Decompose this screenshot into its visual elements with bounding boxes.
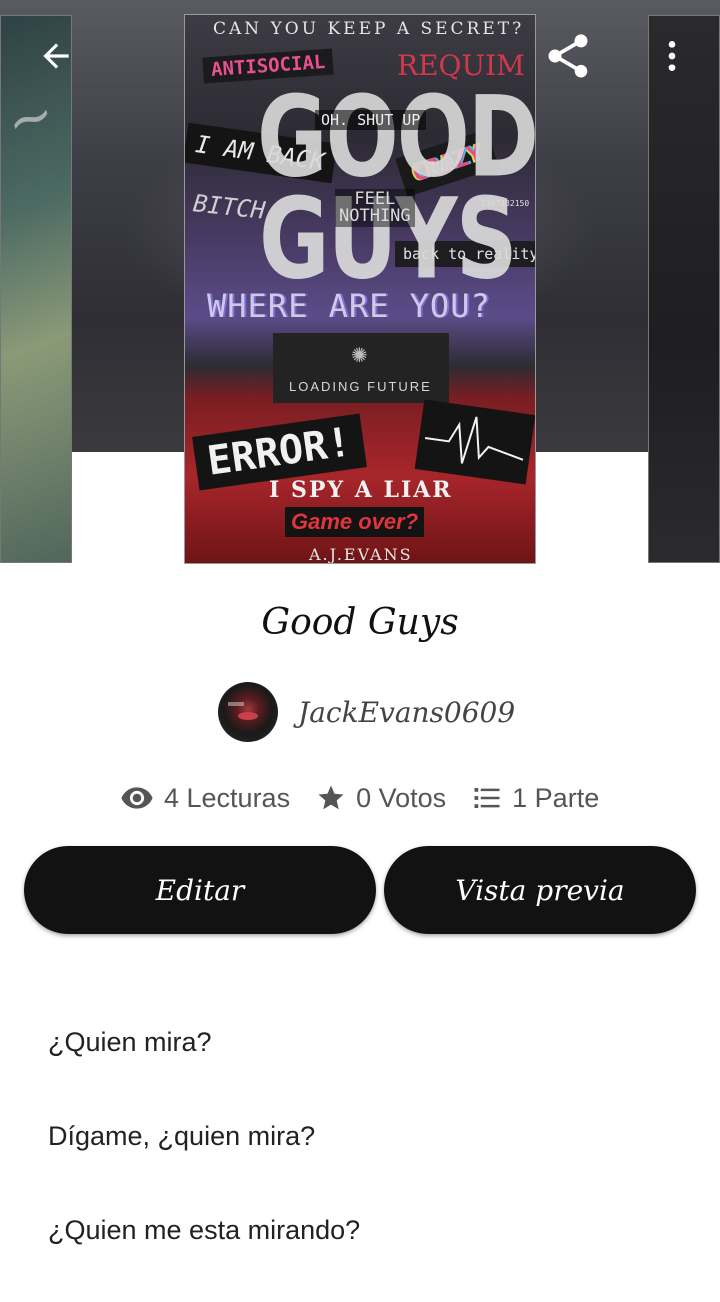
arrow-left-icon <box>43 43 69 69</box>
cover-sticker-shut-up: OH. SHUT UP <box>315 110 427 130</box>
cover-loading-text: LOADING FUTURE <box>289 379 432 394</box>
more-vertical-icon <box>668 41 676 71</box>
back-button[interactable] <box>28 28 84 84</box>
cover-sticker-where: WHERE ARE YOU? <box>207 287 491 325</box>
previous-cover[interactable]: ~ <box>0 15 72 563</box>
description-line: ¿Quien me esta mirando? <box>48 1215 361 1245</box>
loading-spinner-icon: ✺ <box>351 345 368 367</box>
reads-stat: 4 Lecturas <box>120 781 290 815</box>
cover-tagline: CAN YOU KEEP A SECRET? <box>213 19 525 39</box>
heartbeat-icon <box>414 399 535 485</box>
story-title: Good Guys <box>261 602 459 643</box>
share-button[interactable] <box>540 28 596 84</box>
cover-author-credit: A.J.EVANS <box>309 545 413 564</box>
author-name: JackEvans0609 <box>298 695 516 729</box>
share-icon <box>548 34 588 78</box>
parts-count: 1 Parte <box>512 782 600 813</box>
more-options-button[interactable] <box>644 28 700 84</box>
story-description: ¿Quien mira? Dígame, ¿quien mira? ¿Quien… <box>48 1020 688 1302</box>
star-icon <box>318 785 344 810</box>
eye-icon <box>121 787 153 809</box>
votes-stat: 0 Votos <box>316 783 446 814</box>
author-link[interactable]: JackEvans0609 <box>218 682 515 742</box>
story-cover[interactable]: CAN YOU KEEP A SECRET? ANTISOCIAL REQUIM… <box>184 14 536 564</box>
cover-sticker-feel-nothing: FEEL NOTHING <box>335 189 415 227</box>
list-icon <box>474 788 500 808</box>
cover-sticker-game-over: Game over? <box>285 507 425 537</box>
cover-sticker-spy: I SPY A LIAR <box>269 477 453 503</box>
preview-button[interactable]: Vista previa <box>384 846 696 934</box>
previous-cover-art: ~ <box>0 80 63 157</box>
description-line: ¿Quien mira? <box>48 1027 212 1057</box>
avatar <box>218 682 278 742</box>
description-line: Dígame, ¿quien mira? <box>48 1121 316 1151</box>
next-cover[interactable] <box>648 15 720 563</box>
edit-button[interactable]: Editar <box>24 846 376 934</box>
votes-count: 0 Votos <box>356 782 447 813</box>
cover-sticker-bitch: BITCH <box>191 189 267 225</box>
cover-sticker-nothing: NOTHING <box>339 206 411 226</box>
story-stats: 4 Lecturas 0 Votos 1 Parte <box>120 778 625 818</box>
reads-count: 4 Lecturas <box>164 782 291 813</box>
parts-stat[interactable]: 1 Parte <box>472 783 599 814</box>
